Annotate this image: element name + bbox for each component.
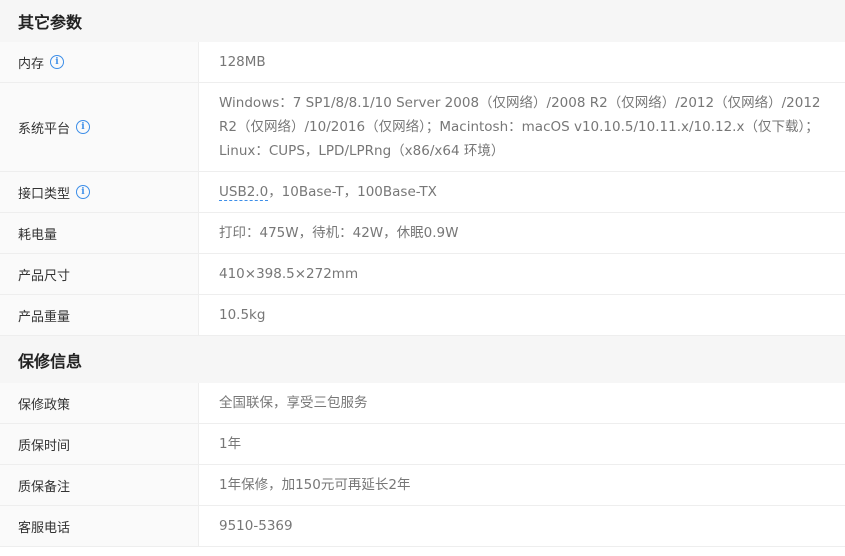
spec-value: 128MB [219, 54, 266, 70]
spec-row-power: 耗电量 打印：475W，待机：42W，休眠0.9W [0, 213, 845, 254]
spec-value: 全国联保，享受三包服务 [219, 395, 368, 411]
info-circle-icon[interactable]: i [76, 185, 91, 199]
spec-value: 打印：475W，待机：42W，休眠0.9W [219, 225, 459, 241]
spec-label: 产品重量 [0, 295, 199, 335]
spec-row-interface: 接口类型 i USB2.0 ，10Base-T，100Base-TX [0, 172, 845, 213]
spec-value: 1年 [219, 436, 242, 452]
spec-label: 耗电量 [0, 213, 199, 253]
spec-label: 客服电话 [0, 506, 199, 546]
spec-row-platform: 系统平台 i Windows：7 SP1/8/8.1/10 Server 200… [0, 83, 845, 172]
spec-row-hotline: 客服电话 9510-5369 [0, 506, 845, 547]
spec-row-weight: 产品重量 10.5kg [0, 295, 845, 336]
spec-label-text: 接口类型 [18, 186, 71, 202]
spec-value: 1年保修，加150元可再延长2年 [219, 477, 411, 493]
info-circle-icon[interactable]: i [76, 120, 91, 134]
section-other-params-header: 其它参数 [0, 0, 845, 42]
interface-rest: ，10Base-T，100Base-TX [268, 184, 437, 200]
spec-row-size: 产品尺寸 410×398.5×272mm [0, 254, 845, 295]
spec-value: Windows：7 SP1/8/8.1/10 Server 2008（仅网络）/… [219, 95, 821, 159]
section-title: 其它参数 [18, 13, 83, 32]
section-warranty-header: 保修信息 [0, 336, 845, 383]
spec-label: 保修政策 [0, 383, 199, 423]
spec-value: USB2.0 ，10Base-T，100Base-TX [199, 172, 845, 212]
spec-label: 接口类型 i [0, 172, 199, 212]
spec-row-period: 质保时间 1年 [0, 424, 845, 465]
spec-value: 410×398.5×272mm [219, 266, 359, 282]
spec-label: 内存 i [0, 42, 199, 82]
spec-value: 9510-5369 [219, 518, 293, 534]
spec-row-memory: 内存 i 128MB [0, 42, 845, 83]
spec-label: 质保备注 [0, 465, 199, 505]
info-circle-icon[interactable]: i [50, 55, 65, 69]
spec-label: 质保时间 [0, 424, 199, 464]
spec-label-text: 内存 [18, 56, 45, 72]
spec-row-policy: 保修政策 全国联保，享受三包服务 [0, 383, 845, 424]
usb-link[interactable]: USB2.0 [219, 184, 269, 201]
spec-label-text: 系统平台 [18, 121, 71, 137]
spec-row-note: 质保备注 1年保修，加150元可再延长2年 [0, 465, 845, 506]
spec-value: 10.5kg [219, 307, 266, 323]
spec-label: 产品尺寸 [0, 254, 199, 294]
spec-label: 系统平台 i [0, 83, 199, 171]
section-title: 保修信息 [18, 351, 83, 371]
